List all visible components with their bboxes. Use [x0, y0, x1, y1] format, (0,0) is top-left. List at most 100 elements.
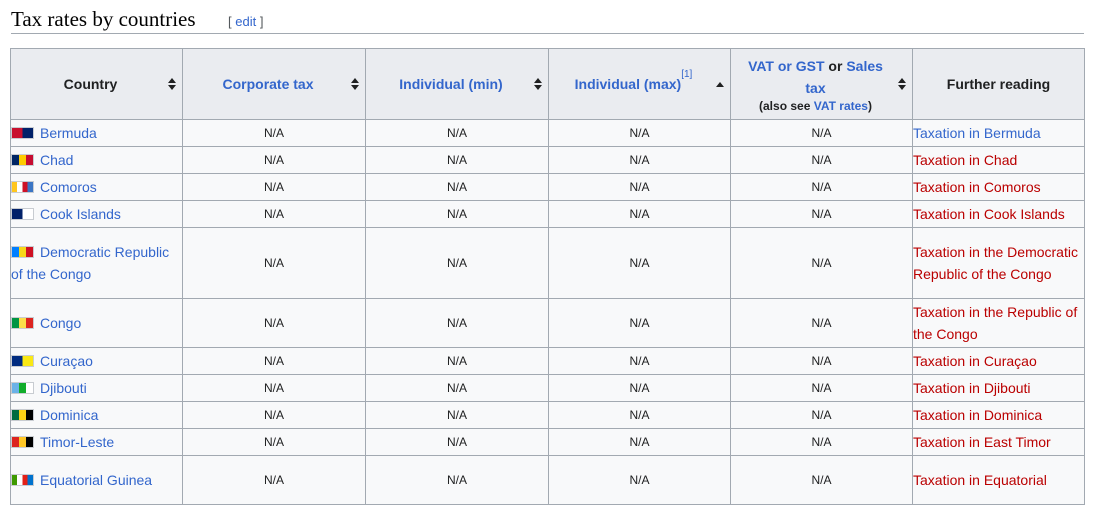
sort-ascending-icon[interactable]: [716, 78, 724, 90]
flag-icon: [11, 246, 34, 258]
corporate-tax-cell: N/A: [182, 347, 366, 375]
vat-note-prefix: (also see: [759, 99, 814, 113]
further-reading-link[interactable]: Taxation in Chad: [913, 152, 1017, 168]
further-reading-link[interactable]: Taxation in the Democratic Republic of t…: [913, 244, 1078, 282]
table-row: Bermuda N/A N/A N/A N/A Taxation in Bermuda: [10, 119, 1085, 147]
country-link[interactable]: Bermuda: [40, 125, 97, 141]
header-country[interactable]: Country: [10, 48, 183, 120]
further-reading-cell: Taxation in Djibouti: [912, 374, 1085, 402]
corporate-tax-link[interactable]: Corporate tax: [222, 76, 313, 92]
flag-icon: [11, 436, 34, 448]
vat-cell: N/A: [730, 401, 913, 429]
individual-min-cell: N/A: [365, 227, 549, 299]
country-link[interactable]: Timor-Leste: [40, 434, 114, 450]
header-corporate-tax[interactable]: Corporate tax: [182, 48, 366, 120]
individual-max-cell: N/A: [548, 347, 731, 375]
sales-link[interactable]: Sales: [846, 58, 883, 74]
table-header-row: Country Corporate tax Individual (min) I…: [10, 48, 1085, 120]
further-reading-link[interactable]: Taxation in East Timor: [913, 434, 1051, 450]
table-row: Chad N/A N/A N/A N/A Taxation in Chad: [10, 146, 1085, 174]
edit-bracket-close: ]: [256, 14, 264, 29]
further-reading-link[interactable]: Taxation in the Republic of the Congo: [913, 304, 1077, 342]
individual-min-cell: N/A: [365, 374, 549, 402]
table-row: Democratic Republic of the Congo N/A N/A N/…: [10, 227, 1085, 299]
vat-note-suffix: ): [867, 99, 872, 113]
further-reading-link[interactable]: Taxation in Comoros: [913, 179, 1041, 195]
individual-max-cell: N/A: [548, 428, 731, 456]
flag-icon: [11, 317, 34, 329]
sort-icon[interactable]: [168, 78, 176, 90]
country-cell: Dominica: [10, 401, 183, 429]
header-individual-min[interactable]: Individual (min): [365, 48, 549, 120]
country-link[interactable]: Cook Islands: [40, 206, 121, 222]
vat-cell: N/A: [730, 227, 913, 299]
country-cell: Curaçao: [10, 347, 183, 375]
further-reading-link[interactable]: Taxation in Curaçao: [913, 353, 1037, 369]
vat-or-text: or: [824, 58, 847, 74]
individual-min-cell: N/A: [365, 146, 549, 174]
vat-cell: N/A: [730, 374, 913, 402]
table-row: Cook Islands N/A N/A N/A N/A Taxation in Cook…: [10, 200, 1085, 228]
table-row: Timor-Leste N/A N/A N/A N/A Taxation in East …: [10, 428, 1085, 456]
individual-max-cell: N/A: [548, 374, 731, 402]
sort-icon[interactable]: [898, 78, 906, 90]
further-reading-cell: Taxation in the Democratic Republic of t…: [912, 227, 1085, 299]
corporate-tax-cell: N/A: [182, 298, 366, 348]
table-body: Bermuda N/A N/A N/A N/A Taxation in Bermuda Ch…: [10, 119, 1085, 505]
flag-icon: [11, 127, 34, 139]
country-link[interactable]: Djibouti: [40, 380, 87, 396]
country-link[interactable]: Congo: [40, 315, 81, 331]
vat-cell: N/A: [730, 347, 913, 375]
vat-gst-link[interactable]: VAT or GST: [748, 58, 824, 74]
vat-cell: N/A: [730, 455, 913, 505]
further-reading-cell: Taxation in the Republic of the Congo: [912, 298, 1085, 348]
corporate-tax-cell: N/A: [182, 119, 366, 147]
tax-link[interactable]: tax: [805, 80, 825, 96]
corporate-tax-cell: N/A: [182, 455, 366, 505]
tax-rates-table: Country Corporate tax Individual (min) I…: [10, 48, 1085, 505]
individual-min-cell: N/A: [365, 173, 549, 201]
country-link[interactable]: Dominica: [40, 407, 98, 423]
further-reading-cell: Taxation in Equatorial: [912, 455, 1085, 505]
individual-min-cell: N/A: [365, 119, 549, 147]
further-reading-link[interactable]: Taxation in Bermuda: [913, 125, 1041, 141]
table-row: Curaçao N/A N/A N/A N/A Taxation in Curaçao: [10, 347, 1085, 375]
further-reading-link[interactable]: Taxation in Cook Islands: [913, 206, 1065, 222]
individual-max-link[interactable]: Individual (max): [575, 76, 682, 92]
individual-min-link[interactable]: Individual (min): [399, 76, 502, 92]
further-reading-cell: Taxation in Curaçao: [912, 347, 1085, 375]
country-link[interactable]: Equatorial Guinea: [40, 472, 152, 488]
header-vat[interactable]: VAT or GST or Sales tax (also see VAT ra…: [730, 48, 913, 120]
header-individual-max[interactable]: Individual (max)[1]: [548, 48, 731, 120]
table-row: Comoros N/A N/A N/A N/A Taxation in Comoros: [10, 173, 1085, 201]
country-cell: Democratic Republic of the Congo: [10, 227, 183, 299]
reference-link[interactable]: [1]: [681, 69, 692, 80]
sort-icon[interactable]: [351, 78, 359, 90]
further-reading-link[interactable]: Taxation in Djibouti: [913, 380, 1031, 396]
flag-icon: [11, 409, 34, 421]
individual-min-cell: N/A: [365, 298, 549, 348]
country-link[interactable]: Comoros: [40, 179, 97, 195]
corporate-tax-cell: N/A: [182, 200, 366, 228]
further-reading-link[interactable]: Taxation in Dominica: [913, 407, 1042, 423]
edit-link[interactable]: edit: [235, 14, 256, 29]
country-link[interactable]: Democratic Republic of the Congo: [11, 244, 169, 282]
corporate-tax-cell: N/A: [182, 374, 366, 402]
sort-icon[interactable]: [534, 78, 542, 90]
country-link[interactable]: Curaçao: [40, 353, 93, 369]
individual-max-cell: N/A: [548, 119, 731, 147]
further-reading-cell: Taxation in East Timor: [912, 428, 1085, 456]
flag-icon: [11, 355, 34, 367]
further-reading-cell: Taxation in Comoros: [912, 173, 1085, 201]
further-reading-link[interactable]: Taxation in Equatorial: [913, 472, 1047, 488]
flag-icon: [11, 154, 34, 166]
country-link[interactable]: Chad: [40, 152, 73, 168]
vat-rates-link[interactable]: VAT rates: [814, 99, 868, 113]
vat-cell: N/A: [730, 298, 913, 348]
corporate-tax-cell: N/A: [182, 428, 366, 456]
country-cell: Cook Islands: [10, 200, 183, 228]
individual-max-cell: N/A: [548, 173, 731, 201]
vat-cell: N/A: [730, 173, 913, 201]
corporate-tax-cell: N/A: [182, 146, 366, 174]
edit-section: [ edit ]: [228, 14, 263, 29]
